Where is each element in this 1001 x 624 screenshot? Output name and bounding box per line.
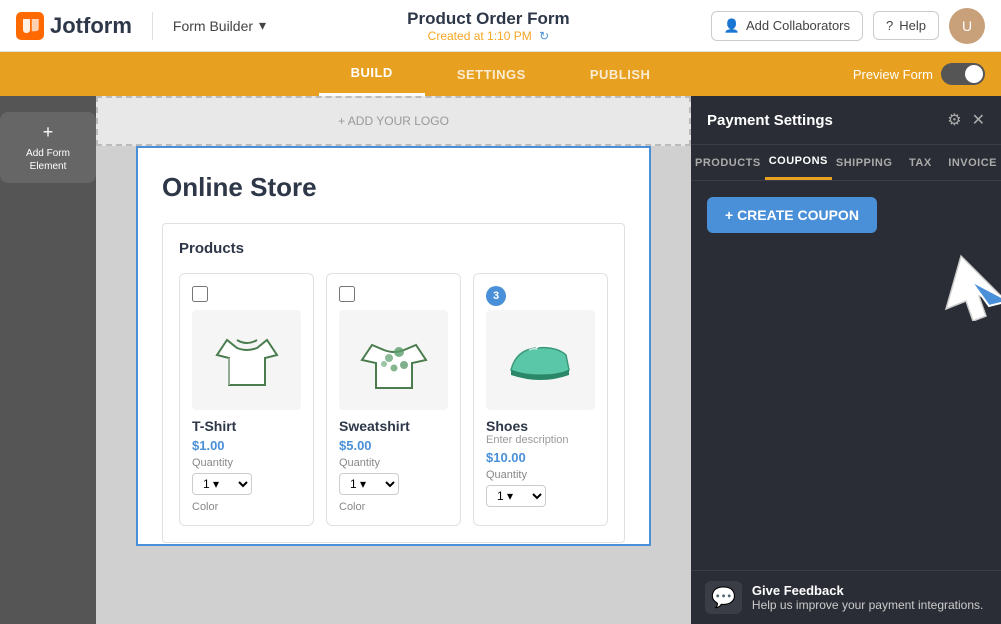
panel-header: Payment Settings ⚙ ✕ xyxy=(691,96,1001,145)
preview-area: Preview Form xyxy=(853,63,985,85)
add-logo-text: + ADD YOUR LOGO xyxy=(338,114,449,128)
top-nav: Jotform Form Builder ▾ Product Order For… xyxy=(0,0,1001,52)
plus-icon: + xyxy=(43,122,54,143)
product-name-shoes: Shoes xyxy=(486,418,595,434)
product-qty-label-shoes: Quantity xyxy=(486,469,595,481)
product-grid: T-Shirt $1.00 Quantity 1 ▾ Color xyxy=(179,273,608,526)
form-subtitle: Created at 1:10 PM ↻ xyxy=(278,29,699,43)
panel-tab-coupons[interactable]: COUPONS xyxy=(765,145,832,180)
product-image-tshirt xyxy=(192,310,301,410)
payment-panel: Payment Settings ⚙ ✕ PRODUCTS COUPONS SH… xyxy=(691,96,1001,624)
product-card-shoes: 3 Shoes Enter description $10.00 xyxy=(473,273,608,526)
panel-close-button[interactable]: ✕ xyxy=(972,110,985,130)
add-collaborators-button[interactable]: 👤 Add Collaborators xyxy=(711,11,863,41)
add-logo-bar[interactable]: + ADD YOUR LOGO xyxy=(96,96,691,146)
form-body-title: Online Store xyxy=(162,172,625,203)
nav-right: 👤 Add Collaborators ? Help U xyxy=(711,8,985,44)
panel-gear-button[interactable]: ⚙ xyxy=(947,110,961,130)
tab-build[interactable]: BUILD xyxy=(319,52,425,96)
form-builder-chevron-icon: ▾ xyxy=(259,17,266,34)
product-badge-shoes: 3 xyxy=(486,286,506,306)
left-sidebar: + Add Form Element xyxy=(0,96,96,624)
panel-tabs: PRODUCTS COUPONS SHIPPING TAX INVOICE xyxy=(691,145,1001,181)
product-name-tshirt: T-Shirt xyxy=(192,418,301,434)
panel-header-actions: ⚙ ✕ xyxy=(947,110,985,130)
create-coupon-label: + CREATE COUPON xyxy=(725,207,859,223)
product-card-tshirt: T-Shirt $1.00 Quantity 1 ▾ Color xyxy=(179,273,314,526)
panel-tab-shipping[interactable]: SHIPPING xyxy=(832,145,897,180)
form-title-area: Product Order Form Created at 1:10 PM ↻ xyxy=(278,9,699,43)
mode-bar-tabs: BUILD SETTINGS PUBLISH xyxy=(0,52,1001,96)
product-color-label-sweatshirt: Color xyxy=(339,501,448,513)
feedback-text-area: Give Feedback Help us improve your payme… xyxy=(752,583,983,612)
add-collaborators-label: Add Collaborators xyxy=(746,18,850,33)
help-label: Help xyxy=(899,18,926,33)
main-area: + Add Form Element + ADD YOUR LOGO Onlin… xyxy=(0,96,1001,624)
feedback-bar: 💬 Give Feedback Help us improve your pay… xyxy=(691,570,1001,624)
form-title: Product Order Form xyxy=(278,9,699,29)
product-card-sweatshirt: Sweatshirt $5.00 Quantity 1 ▾ Color xyxy=(326,273,461,526)
panel-tab-tax[interactable]: TAX xyxy=(896,145,944,180)
logo-area: Jotform xyxy=(16,12,132,40)
product-qty-label-sweatshirt: Quantity xyxy=(339,457,448,469)
help-button[interactable]: ? Help xyxy=(873,11,939,40)
jotform-logo-icon xyxy=(16,12,44,40)
product-qty-select-shoes[interactable]: 1 ▾ xyxy=(486,485,546,507)
product-qty-select-tshirt[interactable]: 1 ▾ xyxy=(192,473,252,495)
mode-bar: BUILD SETTINGS PUBLISH Preview Form xyxy=(0,52,1001,96)
cursor-arrow xyxy=(941,251,1001,326)
preview-toggle[interactable] xyxy=(941,63,985,85)
form-builder-button[interactable]: Form Builder ▾ xyxy=(173,17,266,34)
product-color-label-tshirt: Color xyxy=(192,501,301,513)
product-desc-shoes: Enter description xyxy=(486,434,595,446)
product-image-shoes xyxy=(486,310,595,410)
logo-text: Jotform xyxy=(50,13,132,39)
form-canvas: + ADD YOUR LOGO Online Store Products xyxy=(96,96,691,624)
product-qty-select-sweatshirt[interactable]: 1 ▾ xyxy=(339,473,399,495)
nav-divider xyxy=(152,12,153,40)
product-image-sweatshirt xyxy=(339,310,448,410)
help-icon: ? xyxy=(886,18,893,33)
add-element-label: Add Form Element xyxy=(14,147,82,173)
avatar: U xyxy=(949,8,985,44)
feedback-title: Give Feedback xyxy=(752,583,983,598)
create-coupon-button[interactable]: + CREATE COUPON xyxy=(707,197,877,233)
tab-settings[interactable]: SETTINGS xyxy=(425,52,558,96)
panel-body: + CREATE COUPON xyxy=(691,181,1001,624)
form-body: Online Store Products xyxy=(136,146,651,546)
add-form-element-button[interactable]: + Add Form Element xyxy=(0,112,96,183)
panel-title: Payment Settings xyxy=(707,112,833,129)
product-name-sweatshirt: Sweatshirt xyxy=(339,418,448,434)
tab-publish[interactable]: PUBLISH xyxy=(558,52,683,96)
user-plus-icon: 👤 xyxy=(724,18,740,34)
sync-icon: ↻ xyxy=(539,29,549,43)
chat-icon: 💬 xyxy=(705,581,742,614)
product-price-shoes: $10.00 xyxy=(486,450,595,465)
products-label: Products xyxy=(179,240,608,257)
product-checkbox-sweatshirt[interactable] xyxy=(339,286,355,302)
product-price-tshirt: $1.00 xyxy=(192,438,301,453)
product-qty-label-tshirt: Quantity xyxy=(192,457,301,469)
preview-form-label: Preview Form xyxy=(853,67,933,82)
product-checkbox-tshirt[interactable] xyxy=(192,286,208,302)
form-builder-label: Form Builder xyxy=(173,18,253,34)
feedback-description: Help us improve your payment integration… xyxy=(752,598,983,612)
products-section: Products T-Shirt $1.00 xyxy=(162,223,625,543)
panel-tab-invoice[interactable]: INVOICE xyxy=(944,145,1001,180)
panel-tab-products[interactable]: PRODUCTS xyxy=(691,145,765,180)
product-price-sweatshirt: $5.00 xyxy=(339,438,448,453)
